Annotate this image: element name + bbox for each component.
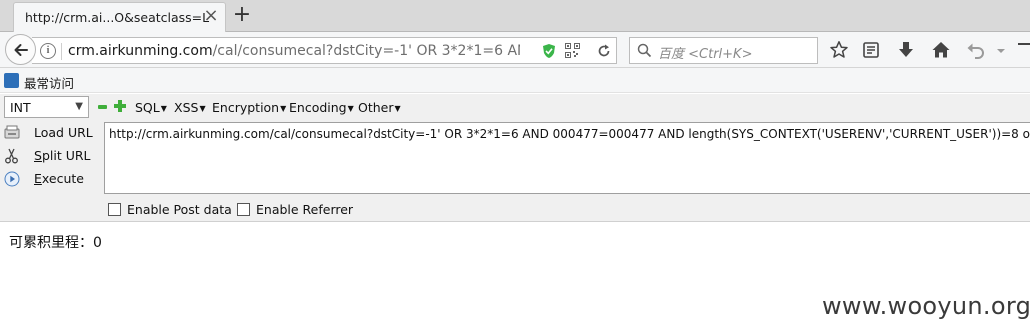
- referrer-label: Enable Referrer: [256, 202, 354, 217]
- hackbar-panel: INT ▼ SQL▼ XSS▼ Encryption▼ Encoding▼ Ot…: [0, 94, 1030, 222]
- other-menu[interactable]: Other▼: [358, 100, 401, 115]
- mileage-text: 可累积里程：0: [9, 235, 102, 251]
- xss-menu-label: XSS: [174, 100, 199, 115]
- bookmark-star-icon[interactable]: [829, 40, 849, 60]
- undo-menu-chevron-icon[interactable]: [995, 40, 1007, 60]
- tab-title: http://crm.ai...O&seatclass=L: [25, 10, 210, 25]
- url-bar[interactable]: i crm.airkunming.com/cal/consumecal?dstC…: [32, 37, 617, 64]
- sql-menu-label: SQL: [135, 100, 160, 115]
- qr-code-icon[interactable]: [565, 43, 580, 58]
- reload-icon[interactable]: [596, 43, 612, 59]
- post-data-label: Enable Post data: [127, 202, 232, 217]
- search-bar[interactable]: 百度 <Ctrl+K>: [629, 37, 818, 64]
- bookmarks-toolbar: 最常访问: [0, 68, 1030, 93]
- back-arrow-icon: [14, 44, 28, 56]
- url-path: /cal/consumecal?dstCity=-1' OR 3*2*1=6 A…: [212, 43, 520, 59]
- close-tab-icon[interactable]: ×: [202, 7, 220, 25]
- encryption-menu[interactable]: Encryption▼: [212, 100, 286, 115]
- site-info-icon[interactable]: i: [40, 43, 56, 59]
- encryption-menu-label: Encryption: [212, 100, 280, 115]
- url-text[interactable]: crm.airkunming.com/cal/consumecal?dstCit…: [68, 43, 520, 59]
- xss-caret-icon: ▼: [199, 104, 206, 113]
- url-host: crm.airkunming.com: [68, 43, 213, 59]
- home-icon[interactable]: [931, 40, 951, 60]
- active-tab[interactable]: http://crm.ai...O&seatclass=L ×: [13, 2, 226, 32]
- other-caret-icon: ▼: [394, 104, 401, 113]
- encoding-menu[interactable]: Encoding▼: [289, 100, 354, 115]
- sql-menu[interactable]: SQL▼: [135, 100, 167, 115]
- bookmark-label: 最常访问: [24, 76, 75, 91]
- type-select[interactable]: INT ▼: [4, 96, 89, 118]
- referrer-checkbox-box[interactable]: [237, 203, 250, 216]
- download-icon[interactable]: [896, 40, 916, 60]
- decrease-icon[interactable]: [98, 105, 107, 109]
- url-divider: [61, 43, 62, 60]
- chevron-down-icon: ▼: [75, 101, 83, 112]
- most-visited-icon: [4, 73, 19, 88]
- reading-list-icon[interactable]: [861, 40, 881, 60]
- execute-label: Execute: [34, 171, 84, 186]
- watermark: www.wooyun.org: [822, 292, 1030, 320]
- new-tab-icon[interactable]: +: [232, 3, 252, 27]
- load-url-icon: [4, 125, 20, 139]
- load-url-label: Load URL: [34, 125, 93, 140]
- xss-menu[interactable]: XSS▼: [174, 100, 206, 115]
- other-menu-label: Other: [358, 100, 394, 115]
- encryption-caret-icon: ▼: [280, 104, 287, 113]
- encoding-menu-label: Encoding: [289, 100, 347, 115]
- tab-strip: http://crm.ai...O&seatclass=L × +: [0, 0, 1030, 32]
- url-textarea-value: http://crm.airkunming.com/cal/consumecal…: [109, 127, 1030, 141]
- split-url-label: Split URL: [34, 148, 91, 163]
- encoding-caret-icon: ▼: [347, 104, 354, 113]
- search-icon: [637, 43, 652, 58]
- type-select-value: INT: [10, 100, 31, 115]
- navigation-toolbar: i crm.airkunming.com/cal/consumecal?dstC…: [0, 32, 1030, 68]
- undo-icon[interactable]: [966, 40, 986, 60]
- post-data-checkbox-box[interactable]: [108, 203, 121, 216]
- search-placeholder: 百度 <Ctrl+K>: [658, 47, 753, 62]
- shield-icon[interactable]: [542, 43, 556, 59]
- sql-caret-icon: ▼: [160, 104, 167, 113]
- back-button[interactable]: [5, 34, 36, 65]
- url-textarea[interactable]: http://crm.airkunming.com/cal/consumecal…: [104, 122, 1030, 194]
- play-icon: [4, 171, 20, 187]
- scissors-icon: [5, 148, 18, 164]
- overflow-menu-icon[interactable]: [1018, 40, 1030, 60]
- increase-icon[interactable]: [114, 100, 126, 112]
